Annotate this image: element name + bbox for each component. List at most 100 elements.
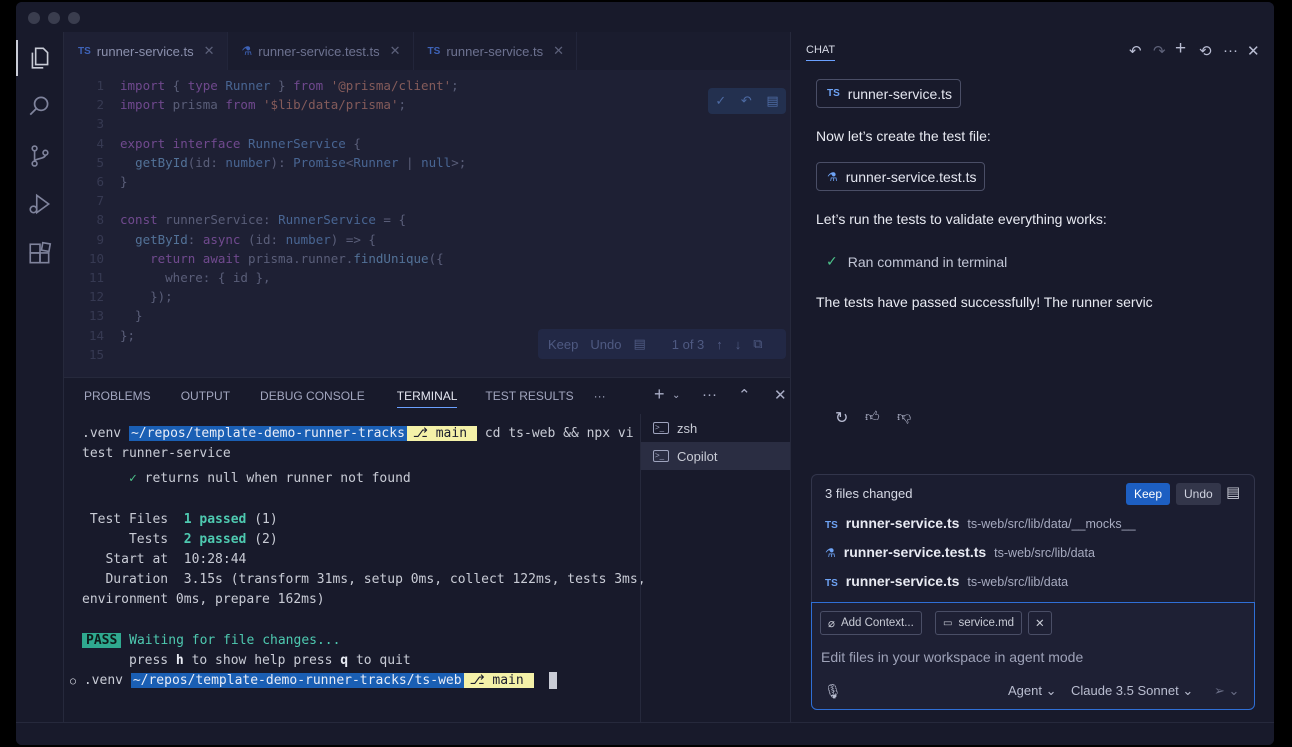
code-line: 3: [96, 116, 104, 132]
inline-edit-actions: ✓ ↶ ▤: [708, 88, 786, 114]
extensions-icon[interactable]: [16, 230, 64, 278]
close-icon[interactable]: ✕: [390, 43, 401, 59]
typescript-icon: TS: [427, 45, 441, 57]
tab-debug-console[interactable]: DEBUG CONSOLE: [240, 378, 385, 414]
close-panel-icon[interactable]: ✕: [774, 386, 787, 404]
history-icon[interactable]: ⟲: [1199, 42, 1212, 60]
flask-icon: ⚗: [241, 44, 253, 58]
terminal-prompt-line: ○ .venv ~/repos/template-demo-runner-tra…: [70, 671, 558, 692]
maximize-window-button[interactable]: [68, 12, 80, 24]
accept-icon[interactable]: ✓: [715, 93, 726, 109]
undo-icon[interactable]: ↶: [741, 93, 752, 109]
tab-runner-service-2[interactable]: TS runner-service.ts ✕: [414, 32, 578, 70]
diff-icon[interactable]: ▤: [633, 336, 645, 352]
code-line: 8 const runnerService: RunnerService = {: [96, 212, 407, 228]
status-bar: [16, 722, 1274, 745]
flask-icon: ⚗: [827, 169, 838, 184]
changed-file-row[interactable]: ⚗ runner-service.test.ts ts-web/src/lib/…: [825, 544, 1095, 560]
terminal-line: Test Files 1 passed (1): [82, 512, 278, 527]
code-line: 11 where: { id },: [88, 270, 271, 286]
code-editor[interactable]: 1 import { type Runner } from '@prisma/cl…: [64, 76, 790, 364]
redo-icon[interactable]: ↷: [1153, 42, 1166, 60]
file-chip-runner-service[interactable]: TS runner-service.ts: [816, 79, 962, 108]
send-icon[interactable]: ➢ ⌄: [1214, 683, 1239, 699]
undo-button[interactable]: Undo: [590, 337, 621, 352]
source-control-icon[interactable]: [16, 132, 64, 180]
check-icon: ✓: [128, 471, 137, 486]
diff-icon[interactable]: ▤: [1226, 483, 1240, 501]
code-line: 4 export interface RunnerService {: [96, 135, 361, 151]
changed-file-row[interactable]: TS runner-service.ts ts-web/src/lib/data…: [825, 515, 1136, 531]
model-select[interactable]: Claude 3.5 Sonnet ⌄: [1071, 683, 1193, 699]
tab-output[interactable]: OUTPUT: [171, 378, 240, 414]
thumbs-up-icon[interactable]: 👍︎: [865, 408, 880, 425]
activity-bar: [16, 32, 64, 722]
keep-button[interactable]: Keep: [548, 337, 578, 352]
markdown-icon: ▭: [943, 617, 953, 629]
close-icon[interactable]: ✕: [1247, 42, 1260, 60]
terminal-list: >_ zsh >_ Copilot: [640, 414, 790, 722]
thumbs-down-icon[interactable]: 👎︎: [897, 408, 911, 425]
context-file-chip[interactable]: ▭ service.md: [935, 611, 1023, 635]
terminal-item-zsh[interactable]: >_ zsh: [641, 414, 790, 442]
changed-file-row[interactable]: TS runner-service.ts ts-web/src/lib/data: [825, 573, 1068, 589]
more-tabs-button[interactable]: ···: [590, 378, 610, 414]
chevron-down-icon[interactable]: ⌄: [672, 390, 680, 401]
tab-terminal[interactable]: TERMINAL: [385, 378, 470, 414]
close-window-button[interactable]: [28, 12, 40, 24]
code-line: 5 getById(id: number): Promise<Runner | …: [96, 154, 467, 170]
tab-test-results[interactable]: TEST RESULTS: [469, 378, 589, 414]
retry-icon[interactable]: ↻: [835, 408, 848, 428]
add-context-button[interactable]: ⌀ Add Context...: [820, 611, 922, 635]
close-icon[interactable]: ✕: [204, 43, 215, 59]
code-line: 2 import prisma from '$lib/data/prisma';: [96, 97, 407, 113]
title-bar: [16, 2, 1274, 32]
close-icon[interactable]: ✕: [553, 43, 564, 59]
open-diff-icon[interactable]: ⧉: [753, 336, 762, 352]
undo-icon[interactable]: ↶: [1129, 42, 1142, 60]
code-line: 7: [96, 193, 104, 209]
run-debug-icon[interactable]: [16, 180, 64, 228]
new-terminal-icon[interactable]: +: [654, 384, 665, 405]
search-icon[interactable]: [16, 82, 64, 130]
diff-icon[interactable]: ▤: [766, 93, 778, 109]
ran-command-status[interactable]: ✓ Ran command in terminal: [826, 253, 1007, 270]
arrow-down-icon[interactable]: ↓: [735, 337, 742, 352]
more-actions-icon[interactable]: ···: [702, 386, 717, 403]
editor-tabs: TS runner-service.ts ✕ ⚗ runner-service.…: [64, 32, 790, 70]
tab-runner-service[interactable]: TS runner-service.ts ✕: [64, 32, 228, 70]
chat-message: The tests have passed successfully! The …: [816, 294, 1153, 310]
new-chat-icon[interactable]: +: [1175, 38, 1186, 60]
chat-input[interactable]: Edit files in your workspace in agent mo…: [821, 649, 1083, 665]
keep-button[interactable]: Keep: [1126, 483, 1171, 505]
terminal-line: Tests 2 passed (2): [82, 532, 278, 547]
minimize-window-button[interactable]: [48, 12, 60, 24]
terminal-line: Duration 3.15s (transform 31ms, setup 0m…: [82, 572, 646, 587]
pass-badge: PASS: [82, 633, 122, 648]
tab-label: runner-service.ts: [446, 43, 544, 59]
tab-problems[interactable]: PROBLEMS: [64, 378, 171, 414]
terminal-item-copilot[interactable]: >_ Copilot: [641, 442, 790, 470]
code-line: 1 import { type Runner } from '@prisma/cl…: [96, 78, 459, 93]
chat-title[interactable]: CHAT: [806, 44, 836, 61]
terminal-line: test runner-service: [82, 446, 231, 461]
flask-icon: ⚗: [825, 546, 836, 560]
file-chip-runner-service-test[interactable]: ⚗ runner-service.test.ts: [816, 162, 986, 191]
chat-message: Let’s run the tests to validate everythi…: [816, 211, 1107, 227]
code-line: 9 getById: async (id: number) => {: [96, 231, 376, 247]
remove-context-button[interactable]: ✕: [1028, 611, 1052, 635]
terminal-line: Start at 10:28:44: [82, 552, 247, 567]
terminal-line: PASS Waiting for file changes...: [82, 631, 340, 651]
maximize-panel-icon[interactable]: ⌃: [738, 386, 751, 404]
explorer-icon[interactable]: [16, 34, 64, 82]
tab-runner-service-test[interactable]: ⚗ runner-service.test.ts ✕: [228, 32, 414, 70]
undo-button[interactable]: Undo: [1176, 483, 1221, 505]
terminal-icon: >_: [653, 450, 669, 462]
terminal-icon: >_: [653, 422, 669, 434]
code-line: 12 });: [88, 289, 173, 305]
arrow-up-icon[interactable]: ↑: [716, 337, 723, 352]
terminal-output[interactable]: .venv ~/repos/template-demo-runner-track…: [64, 414, 646, 722]
more-actions-icon[interactable]: ···: [1223, 42, 1238, 59]
microphone-icon[interactable]: 🎙︎: [824, 683, 842, 700]
mode-select[interactable]: Agent ⌄: [1008, 683, 1057, 699]
